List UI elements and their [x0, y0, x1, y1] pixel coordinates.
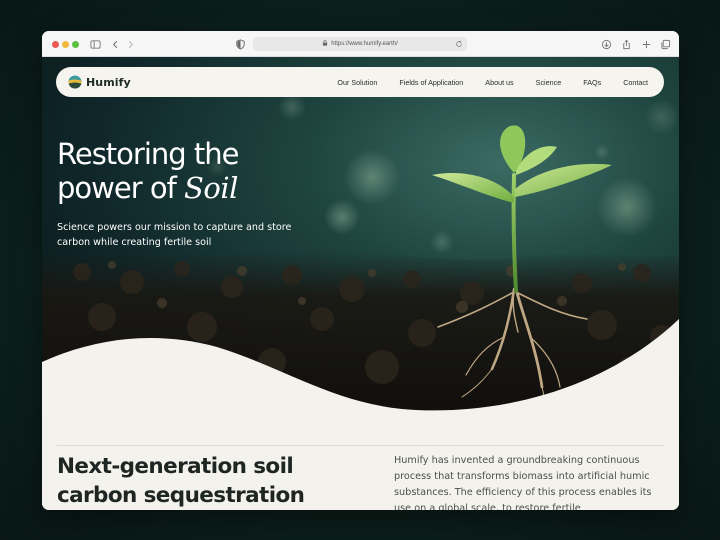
nav-link-contact[interactable]: Contact [623, 78, 648, 87]
close-window-button[interactable] [52, 41, 59, 48]
shield-icon[interactable] [233, 37, 247, 51]
section-body: Humify has invented a groundbreaking con… [394, 455, 652, 510]
minimize-window-button[interactable] [62, 41, 69, 48]
hero-title-line1: Restoring the [57, 137, 239, 171]
address-bar-url: https://www.humify.earth/ [331, 41, 398, 47]
page-viewport[interactable]: Humify Our Solution Fields of Applicatio… [42, 57, 679, 510]
sidebar-toggle-icon[interactable] [88, 37, 102, 51]
forward-arrow-icon[interactable] [123, 37, 137, 51]
download-icon[interactable] [599, 37, 613, 51]
zoom-window-button[interactable] [72, 41, 79, 48]
nav-link-science[interactable]: Science [536, 78, 562, 87]
address-bar[interactable]: https://www.humify.earth/ [253, 37, 467, 51]
new-tab-icon[interactable] [639, 37, 653, 51]
nav-link-about-us[interactable]: About us [485, 78, 513, 87]
lock-icon [322, 40, 328, 48]
nav-link-our-solution[interactable]: Our Solution [337, 78, 377, 87]
nav-links: Our Solution Fields of Application About… [337, 78, 648, 87]
hero-title-accent: Soil [184, 171, 238, 205]
browser-toolbar: https://www.humify.earth/ [42, 31, 679, 57]
site-navbar: Humify Our Solution Fields of Applicatio… [56, 67, 664, 97]
hero-title-line2-prefix: power of [57, 171, 185, 205]
nav-link-fields-of-application[interactable]: Fields of Application [399, 78, 463, 87]
nav-link-faqs[interactable]: FAQs [583, 78, 601, 87]
tabs-overview-icon[interactable] [658, 37, 672, 51]
brand-logo[interactable]: Humify [68, 75, 131, 89]
hero-title: Restoring the power of Soil [57, 137, 239, 205]
humify-logo-icon [68, 75, 82, 89]
section-title: Next-generation soil carbon sequestratio… [57, 454, 305, 508]
back-arrow-icon[interactable] [108, 37, 122, 51]
reload-icon[interactable] [455, 40, 463, 48]
section-divider [57, 445, 664, 446]
hero-subtitle: Science powers our mission to capture an… [57, 222, 292, 248]
brand-name: Humify [86, 75, 131, 89]
browser-window: https://www.humify.earth/ Humify Our Sol… [42, 31, 679, 510]
share-icon[interactable] [619, 37, 633, 51]
hero-section: Humify Our Solution Fields of Applicatio… [42, 57, 679, 437]
